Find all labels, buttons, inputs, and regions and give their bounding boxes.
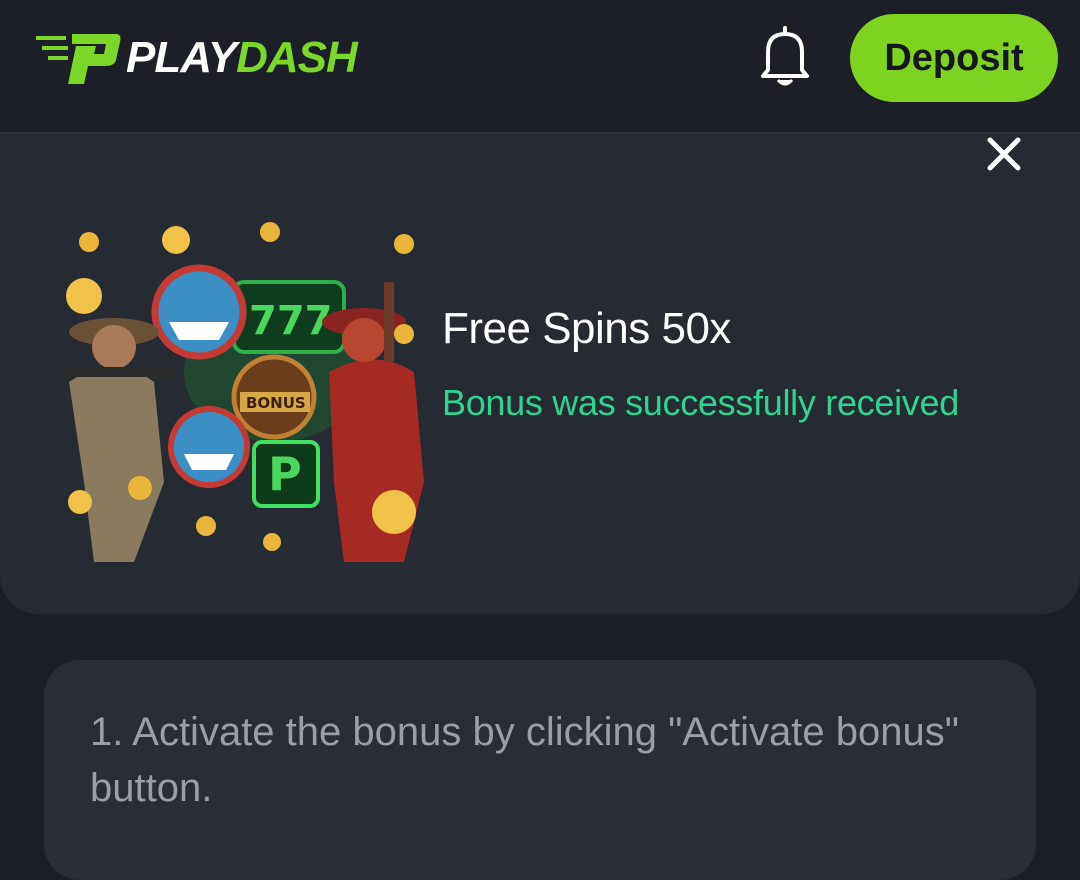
brand-name: PLAYDASH [126,33,358,83]
playdash-logo-icon [36,34,121,84]
brand-logo[interactable]: PLAYDASH [36,28,358,88]
bonus-hero-illustration: 777 BONUS P [64,222,424,562]
deposit-button[interactable]: Deposit [850,14,1058,102]
svg-text:777: 777 [249,298,333,344]
bonus-title: Free Spins 50x [442,304,731,353]
close-icon[interactable] [984,134,1024,174]
bell-icon[interactable] [756,24,814,90]
bonus-status-message: Bonus was successfully received [442,382,959,423]
instruction-step-1: 1. Activate the bonus by clicking "Activ… [90,710,959,810]
brand-name-play: PLAY [126,33,237,82]
bonus-instructions-card: 1. Activate the bonus by clicking "Activ… [44,660,1036,880]
svg-text:P: P [268,447,302,501]
svg-text:BONUS: BONUS [246,394,306,412]
top-header: PLAYDASH Deposit [0,0,1080,134]
brand-name-dash: DASH [236,33,358,82]
bonus-modal: 777 BONUS P Free Spins 50x Bonus was suc… [0,134,1080,614]
